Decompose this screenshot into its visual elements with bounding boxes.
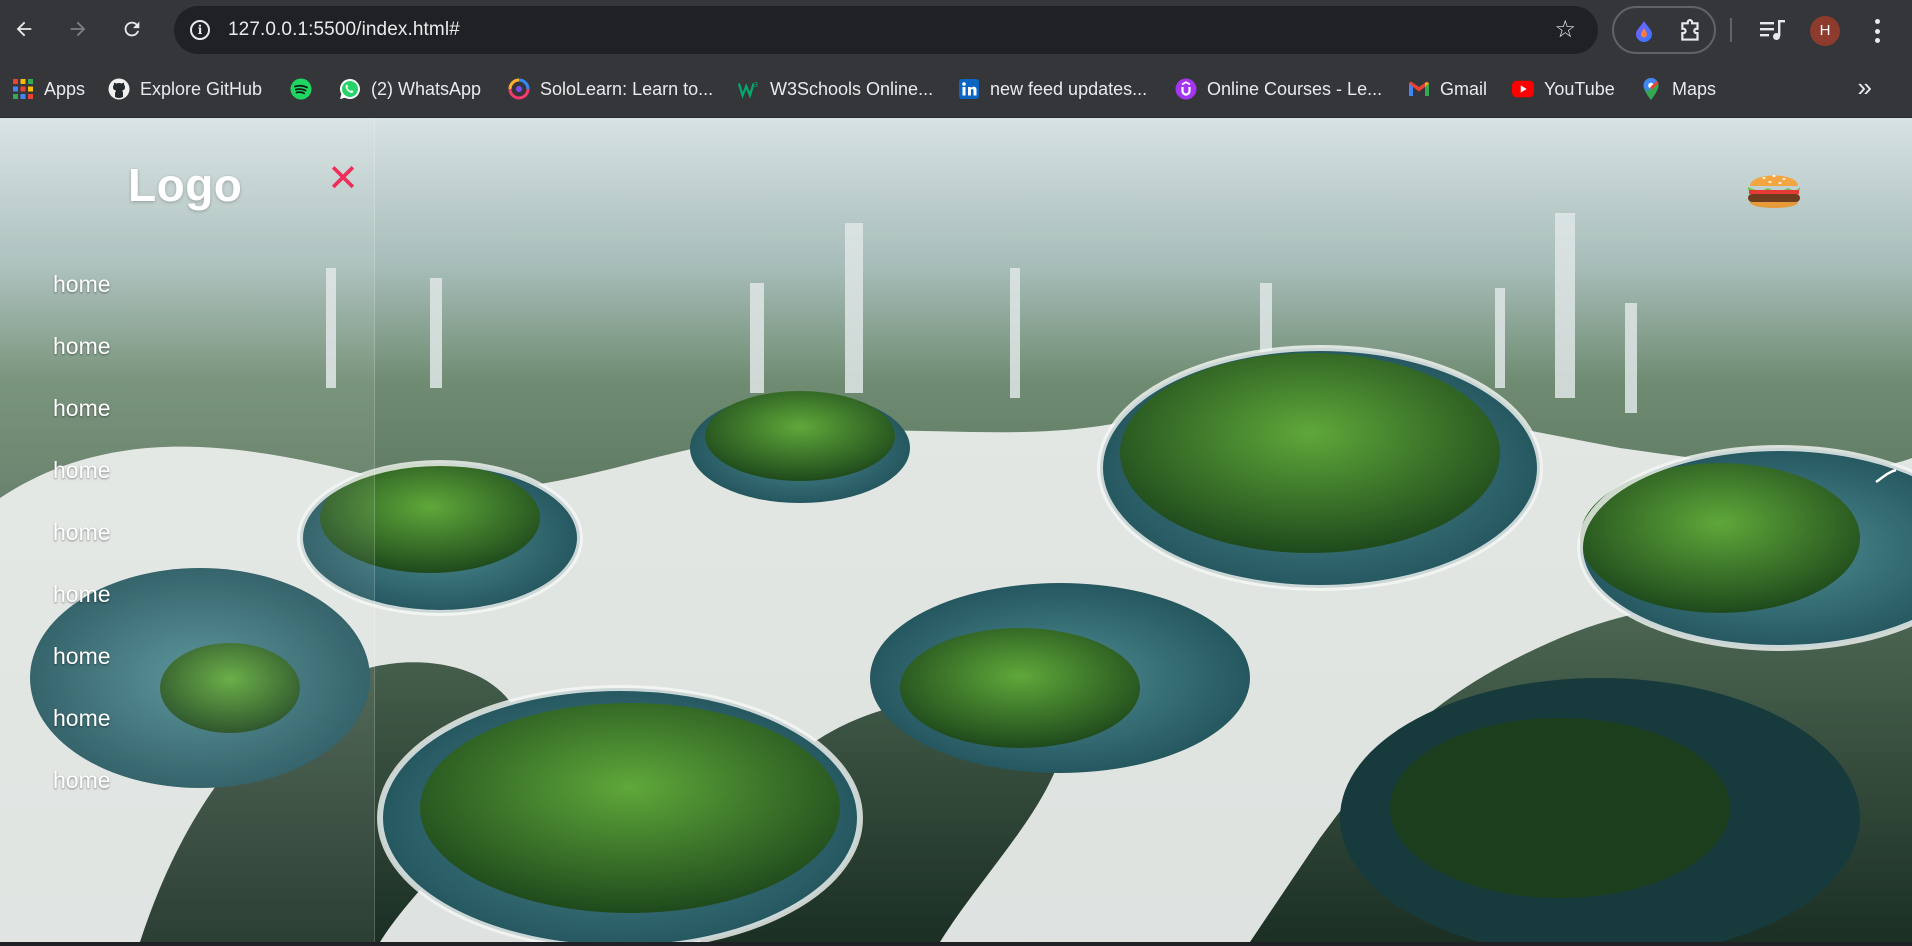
- menu-item-home-8[interactable]: home: [53, 702, 111, 764]
- bookmark-label: Maps: [1672, 78, 1717, 99]
- bookmark-youtube[interactable]: YouTube: [1512, 74, 1615, 104]
- bookmark-label: Apps: [44, 78, 86, 99]
- page-viewport: Logo ✕ home home home home home home hom…: [0, 118, 1912, 942]
- menu-item-home-9[interactable]: home: [53, 764, 111, 826]
- youtube-icon: [1512, 78, 1534, 100]
- menu-link[interactable]: home: [53, 395, 111, 421]
- github-icon: [108, 78, 130, 100]
- logo[interactable]: Logo: [128, 158, 242, 212]
- bookmark-label: Gmail: [1440, 78, 1488, 99]
- extension-drop-icon[interactable]: [1634, 20, 1654, 42]
- menu-link[interactable]: home: [53, 457, 111, 483]
- menu-link[interactable]: home: [53, 643, 111, 669]
- bookmark-w3schools[interactable]: 3 W3Schools Online...: [738, 74, 933, 104]
- close-menu-button[interactable]: ✕: [326, 160, 360, 198]
- menu-item-home-7[interactable]: home: [53, 640, 111, 702]
- bookmark-label: Online Courses - Le...: [1207, 78, 1383, 99]
- bookmarks-bar: Apps Explore GitHub (2) WhatsApp SoloLea…: [0, 60, 1912, 118]
- bookmark-maps[interactable]: Maps: [1640, 74, 1716, 104]
- profile-avatar[interactable]: H: [1810, 16, 1840, 46]
- info-icon: i: [190, 20, 210, 40]
- browser-toolbar: i 127.0.0.1:5500/index.html# ☆ H: [0, 0, 1912, 60]
- gmail-icon: [1408, 78, 1430, 100]
- spotify-icon: [290, 78, 312, 100]
- toolbar-separator: [1730, 18, 1732, 42]
- menu-link[interactable]: home: [53, 333, 111, 359]
- bookmark-gmail[interactable]: Gmail: [1408, 74, 1487, 104]
- menu-item-home-5[interactable]: home: [53, 516, 111, 578]
- nav-menu-list: home home home home home home home home …: [53, 268, 111, 826]
- menu-link[interactable]: home: [53, 767, 111, 793]
- sololearn-icon: [508, 78, 530, 100]
- menu-item-home-4[interactable]: home: [53, 454, 111, 516]
- menu-item-home-1[interactable]: home: [53, 268, 111, 330]
- bookmark-whatsapp[interactable]: (2) WhatsApp: [339, 74, 481, 104]
- menu-item-home-3[interactable]: home: [53, 392, 111, 454]
- back-button[interactable]: [4, 9, 44, 49]
- bookmark-apps[interactable]: Apps: [12, 74, 85, 104]
- forward-button[interactable]: [58, 9, 98, 49]
- menu-item-home-6[interactable]: home: [53, 578, 111, 640]
- puzzle-icon[interactable]: [1678, 19, 1704, 45]
- apps-grid-icon: [12, 78, 34, 100]
- bookmark-label: new feed updates...: [990, 78, 1148, 99]
- bookmark-udemy[interactable]: Online Courses - Le...: [1175, 74, 1382, 104]
- bookmark-label: YouTube: [1544, 78, 1615, 99]
- bookmark-linkedin[interactable]: new feed updates...: [958, 74, 1147, 104]
- reload-button[interactable]: [112, 9, 152, 49]
- cursor-mark-icon: [1875, 468, 1897, 484]
- maps-icon: [1640, 77, 1662, 100]
- extensions-area: [1612, 6, 1716, 54]
- w3schools-icon: 3: [738, 78, 760, 100]
- bookmarks-overflow-button[interactable]: »: [1858, 72, 1872, 102]
- window-bottom-edge: [0, 942, 1912, 946]
- bookmark-label: (2) WhatsApp: [371, 78, 482, 99]
- arrow-left-icon: [16, 21, 32, 37]
- bookmark-star-icon[interactable]: ☆: [1554, 16, 1576, 44]
- udemy-icon: [1175, 78, 1197, 100]
- menu-link[interactable]: home: [53, 581, 111, 607]
- reload-icon: [124, 21, 140, 37]
- bookmark-label: W3Schools Online...: [770, 78, 934, 99]
- arrow-right-icon: [70, 21, 86, 37]
- bookmark-label: Explore GitHub: [140, 78, 263, 99]
- sidebar-menu: Logo ✕ home home home home home home hom…: [0, 118, 375, 942]
- menu-link[interactable]: home: [53, 271, 111, 297]
- menu-link[interactable]: home: [53, 519, 111, 545]
- svg-text:3: 3: [754, 80, 759, 89]
- burger-emoji-icon[interactable]: [1744, 166, 1804, 214]
- bookmark-github[interactable]: Explore GitHub: [108, 74, 262, 104]
- address-bar[interactable]: i 127.0.0.1:5500/index.html# ☆: [174, 6, 1598, 54]
- menu-link[interactable]: home: [53, 705, 111, 731]
- url-text[interactable]: 127.0.0.1:5500/index.html#: [228, 19, 460, 41]
- site-info-button[interactable]: i: [186, 16, 214, 44]
- bookmark-label: SoloLearn: Learn to...: [540, 78, 714, 99]
- linkedin-icon: [958, 78, 980, 100]
- menu-kebab-icon[interactable]: [1872, 16, 1882, 46]
- bookmark-spotify[interactable]: [290, 74, 322, 104]
- menu-item-home-2[interactable]: home: [53, 330, 111, 392]
- whatsapp-icon: [339, 78, 361, 100]
- bookmark-sololearn[interactable]: SoloLearn: Learn to...: [508, 74, 713, 104]
- media-control-icon[interactable]: [1758, 16, 1788, 44]
